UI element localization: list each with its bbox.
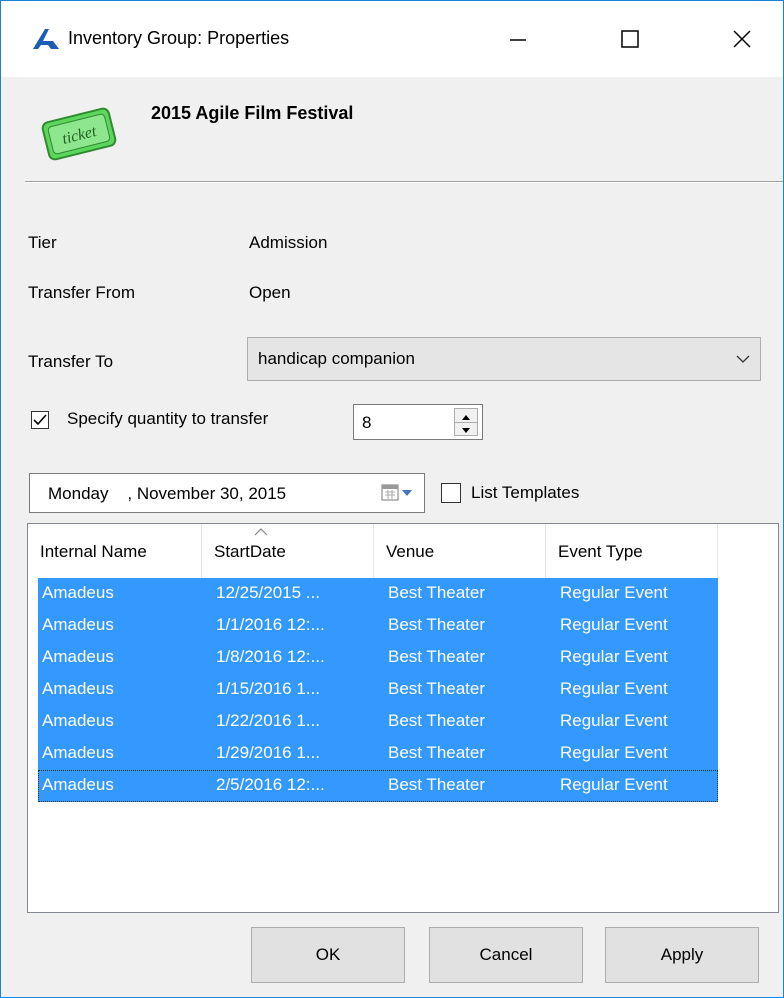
transfer-from-label: Transfer From (28, 283, 136, 302)
cell-event-type: Regular Event (560, 679, 668, 698)
cell-venue: Best Theater (388, 679, 486, 698)
app-logo-icon (33, 29, 59, 49)
cell-start-date: 1/8/2016 12:... (216, 647, 325, 666)
table-row[interactable]: Amadeus 1/29/2016 1... Best Theater Regu… (38, 738, 718, 770)
list-templates-label[interactable]: List Templates (471, 483, 579, 503)
date-picker[interactable]: Monday , November 30, 2015 (29, 473, 425, 513)
cell-internal-name: Amadeus (42, 583, 114, 602)
events-list[interactable]: Internal Name StartDate Venue Event Type… (27, 523, 779, 913)
list-rows: Amadeus 12/25/2015 ... Best Theater Regu… (38, 578, 718, 802)
cell-event-type: Regular Event (560, 743, 668, 762)
quantity-value[interactable]: 8 (362, 413, 371, 433)
cell-start-date: 2/5/2016 12:... (216, 775, 325, 794)
window-title: Inventory Group: Properties (68, 28, 290, 48)
table-row[interactable]: Amadeus 1/1/2016 12:... Best Theater Reg… (38, 610, 718, 642)
column-header-venue[interactable]: Venue (374, 524, 546, 580)
list-templates-checkbox[interactable] (441, 483, 461, 503)
cell-event-type: Regular Event (560, 615, 668, 634)
cell-venue: Best Theater (388, 743, 486, 762)
cell-event-type: Regular Event (560, 711, 668, 730)
cell-internal-name: Amadeus (42, 679, 114, 698)
ticket-icon: ticket (41, 107, 117, 161)
column-header-label: Event Type (558, 542, 643, 561)
chevron-down-icon (736, 355, 750, 363)
cell-start-date: 1/1/2016 12:... (216, 615, 325, 634)
transfer-from-value: Open (249, 283, 291, 302)
cell-event-type: Regular Event (560, 647, 668, 666)
minimize-icon (510, 39, 526, 41)
cell-venue: Best Theater (388, 775, 486, 794)
decrement-button[interactable] (455, 422, 477, 435)
separator (25, 181, 783, 183)
cell-start-date: 1/15/2016 1... (216, 679, 320, 698)
minimize-button[interactable] (487, 1, 549, 77)
cell-internal-name: Amadeus (42, 775, 114, 794)
tier-label: Tier (28, 233, 57, 252)
cell-event-type: Regular Event (560, 775, 668, 794)
table-row[interactable]: Amadeus 1/8/2016 12:... Best Theater Reg… (38, 642, 718, 674)
table-row[interactable]: Amadeus 2/5/2016 12:... Best Theater Reg… (38, 770, 718, 802)
quantity-stepper[interactable]: 8 (353, 404, 483, 440)
cell-venue: Best Theater (388, 711, 486, 730)
list-header: Internal Name StartDate Venue Event Type (28, 524, 778, 580)
column-header-label: Venue (386, 542, 435, 561)
cell-start-date: 12/25/2015 ... (216, 583, 320, 602)
cancel-button[interactable]: Cancel (429, 927, 583, 983)
apply-button[interactable]: Apply (605, 927, 759, 983)
column-header-label: StartDate (214, 542, 286, 561)
maximize-button[interactable] (599, 1, 661, 77)
properties-dialog: Inventory Group: Properties ticket 2015 … (0, 0, 784, 998)
column-header-internal-name[interactable]: Internal Name (28, 524, 202, 580)
triangle-down-icon (462, 428, 470, 433)
cell-event-type: Regular Event (560, 583, 668, 602)
sort-ascending-icon (254, 528, 268, 536)
table-row[interactable]: Amadeus 12/25/2015 ... Best Theater Regu… (38, 578, 718, 610)
increment-button[interactable] (455, 409, 477, 423)
column-header-label: Internal Name (40, 542, 147, 561)
table-row[interactable]: Amadeus 1/15/2016 1... Best Theater Regu… (38, 674, 718, 706)
close-icon (733, 30, 751, 48)
transfer-to-value: handicap companion (258, 349, 415, 368)
tier-value: Admission (249, 233, 328, 252)
cell-internal-name: Amadeus (42, 647, 114, 666)
close-button[interactable] (711, 1, 773, 77)
maximize-icon (621, 30, 639, 48)
checkmark-icon (33, 414, 47, 426)
column-header-event-type[interactable]: Event Type (546, 524, 718, 580)
table-row[interactable]: Amadeus 1/22/2016 1... Best Theater Regu… (38, 706, 718, 738)
transfer-to-label: Transfer To (28, 352, 114, 371)
specify-quantity-checkbox[interactable] (31, 411, 49, 429)
title-bar[interactable]: Inventory Group: Properties (1, 1, 783, 77)
ok-button[interactable]: OK (251, 927, 405, 983)
cell-venue: Best Theater (388, 647, 486, 666)
cell-internal-name: Amadeus (42, 711, 114, 730)
page-title: 2015 Agile Film Festival (151, 103, 354, 123)
specify-quantity-label[interactable]: Specify quantity to transfer (67, 409, 268, 429)
column-header-startdate[interactable]: StartDate (202, 524, 374, 580)
date-value[interactable]: Monday , November 30, 2015 (48, 484, 286, 504)
cell-internal-name: Amadeus (42, 743, 114, 762)
calendar-dropdown-icon[interactable] (380, 482, 416, 504)
stepper-buttons (454, 408, 478, 436)
transfer-to-dropdown[interactable]: handicap companion (247, 337, 761, 381)
cell-internal-name: Amadeus (42, 615, 114, 634)
cell-start-date: 1/29/2016 1... (216, 743, 320, 762)
cell-start-date: 1/22/2016 1... (216, 711, 320, 730)
cell-venue: Best Theater (388, 615, 486, 634)
cell-venue: Best Theater (388, 583, 486, 602)
